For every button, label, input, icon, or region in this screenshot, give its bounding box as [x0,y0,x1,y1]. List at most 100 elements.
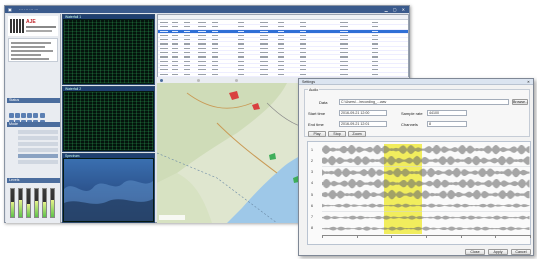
table-cell [278,39,284,41]
table-cell [198,56,206,58]
mode-field-6[interactable] [18,160,58,164]
waveform-trace [322,215,530,220]
table-cell [184,73,190,75]
table-cell [260,47,268,49]
filter-radio-1[interactable] [160,78,163,82]
table-cell [160,26,168,28]
table-cell [300,73,306,75]
table-cell [172,30,178,32]
settings-dialog: Settings ✕ Audio Data C:\Users\...\recor… [298,78,534,256]
stop-audio-button[interactable]: Stop [328,131,346,137]
table-cell [340,69,348,71]
table-cell [340,22,348,24]
sample-rate-input[interactable]: 44100 [427,110,467,116]
table-cell [278,52,284,54]
channel-label: 3 [311,170,313,175]
table-cell [260,60,268,62]
browse-button[interactable]: Browse... [512,99,528,105]
channel-label: 1 [311,147,313,152]
window-controls[interactable]: ▁ ▢ ✕ [385,7,407,12]
channel-waveform [322,203,530,212]
table-cell [278,64,284,67]
channels-input[interactable]: 8 [427,121,467,127]
table-cell [340,30,348,32]
start-time-input[interactable]: 2016-09-21 12:00 [339,110,387,116]
waveform-trace [322,226,530,231]
waterfall-middle-label: Waterfall 2 [63,87,154,91]
axis-tick [356,235,358,238]
table-cell [372,26,378,28]
table-cell [340,39,348,41]
table-cell [184,39,190,41]
mode-field-5[interactable] [18,154,58,158]
table-cell [212,73,218,75]
table-cell [172,56,178,58]
table-cell [184,43,190,45]
table-cell [198,52,206,54]
apply-button[interactable]: Apply [488,249,508,255]
table-cell [300,39,306,41]
level-meter [34,188,39,218]
channel-label: 2 [311,158,313,163]
mode-field-2[interactable] [18,136,58,140]
table-cell [278,56,284,58]
table-cell [184,22,190,24]
end-time-input[interactable]: 2016-09-21 12:01 [339,121,387,127]
channel-label: 7 [311,215,313,220]
table-cell [172,64,178,67]
spectrum-display[interactable] [64,159,153,221]
level-meter-fill [19,199,22,217]
mode-field-4[interactable] [18,148,58,152]
main-title-bar[interactable]: ▣ ··· ··· ··· ··· ▁ ▢ ✕ [5,6,409,13]
table-cell [160,52,168,54]
waterfall-middle-display[interactable] [64,92,153,150]
spectrum-bottom[interactable]: Spectrum [62,153,155,223]
table-cell [300,69,306,71]
waterfall-middle[interactable]: Waterfall 2 [62,86,155,152]
dialog-title-bar[interactable]: Settings ✕ [299,79,533,85]
file-path-input[interactable]: C:\Users\...\recording_...wav [339,99,509,105]
detection-table[interactable] [157,14,409,82]
mode-field-1[interactable] [18,130,58,134]
waterfall-top[interactable]: Waterfall 1 [62,14,155,85]
dialog-title: Settings [302,79,315,84]
channel-waveform [322,215,530,223]
table-cell [260,64,268,67]
table-cell [198,43,206,45]
table-cell [184,56,190,58]
table-cell [184,47,190,49]
table-cell [184,64,190,67]
table-cell [372,47,378,49]
multichannel-waveform[interactable]: 1 2 3 4 5 6 7 8 [307,141,531,245]
table-cell [260,69,268,71]
waterfall-top-display[interactable] [64,20,153,83]
table-cell [184,52,190,54]
filter-radio-3[interactable] [235,78,238,82]
dialog-close-icon[interactable]: ✕ [527,80,530,84]
zoom-button[interactable]: Zoom [348,131,366,137]
close-button[interactable]: Close [465,249,485,255]
channel-waveform [322,189,530,201]
waveform-trace [322,203,530,208]
waveform-trace [322,167,530,177]
table-cell [238,39,244,41]
table-cell [212,64,218,67]
mode-field-3[interactable] [18,142,58,146]
table-cell [212,52,218,54]
filter-radio-2[interactable] [197,78,200,82]
level-meter-fill [11,201,14,217]
waterfall-top-label: Waterfall 1 [63,15,154,19]
options-tab-label: Audio [308,88,320,92]
table-cell [172,26,178,28]
qr-code-icon [10,19,24,33]
info-list [8,38,58,62]
option-button-row[interactable] [8,112,60,130]
play-audio-button[interactable]: Play [308,131,326,137]
dialog-options-group: Audio Data C:\Users\...\recording_...wav… [304,88,530,137]
channel-waveform [322,156,530,167]
table-cell [160,69,168,71]
table-cell [260,30,268,32]
table-cell [238,34,244,37]
cancel-button[interactable]: Cancel [511,249,531,255]
table-cell [300,43,306,45]
